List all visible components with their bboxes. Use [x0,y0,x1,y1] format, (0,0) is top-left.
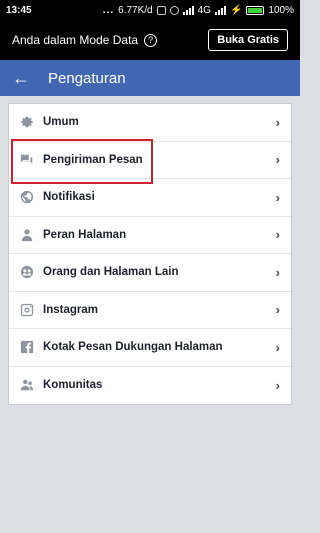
settings-list: Umum › Pengiriman Pesan › Notifikasi › P… [8,103,292,405]
chevron-right-icon: › [275,264,280,280]
settings-item-page-roles[interactable]: Peran Halaman › [9,217,291,254]
settings-item-notifications[interactable]: Notifikasi › [9,179,291,217]
chevron-right-icon: › [275,339,280,355]
gear-icon [20,115,34,129]
community-icon [20,378,34,392]
status-time: 13:45 [6,4,32,16]
battery-icon [246,5,265,15]
instagram-icon [20,303,34,317]
status-icons: ... 6.77K/d 4G ⚡ 100% [103,5,294,16]
settings-item-support-inbox[interactable]: Kotak Pesan Dukungan Halaman › [9,329,291,367]
alarm-icon [169,5,179,15]
chevron-right-icon: › [275,114,280,130]
chat-bubbles-icon [20,153,34,167]
chevron-right-icon: › [275,152,280,168]
network-speed: 6.77K/d [118,4,153,16]
chevron-right-icon: › [275,377,280,393]
network-type: 4G [197,4,211,16]
settings-item-label: Pengiriman Pesan [43,153,143,166]
settings-item-messaging[interactable]: Pengiriman Pesan › [9,142,291,179]
settings-item-general[interactable]: Umum › [9,104,291,142]
settings-item-label: Umum [43,116,79,129]
page-title: Pengaturan [48,69,126,87]
chevron-right-icon: › [275,189,280,205]
more-notifications-icon: ... [102,4,115,16]
settings-item-label: Kotak Pesan Dukungan Halaman [43,341,223,354]
battery-percent: 100% [268,4,294,16]
help-icon[interactable]: ? [144,33,158,47]
sync-icon [156,5,166,15]
signal-icon-2 [214,5,226,15]
chevron-right-icon: › [275,302,280,318]
data-mode-text: Anda dalam Mode Data [12,33,139,47]
settings-item-label: Instagram [43,303,98,316]
settings-item-instagram[interactable]: Instagram › [9,292,291,329]
settings-item-community[interactable]: Komunitas › [9,367,291,405]
facebook-icon [20,340,34,354]
settings-item-label: Peran Halaman [43,228,127,241]
person-icon [20,228,34,242]
people-circle-icon [20,265,34,279]
settings-item-label: Komunitas [43,379,103,392]
settings-item-people-and-pages[interactable]: Orang dan Halaman Lain › [9,254,291,292]
chevron-right-icon: › [275,227,280,243]
data-mode-banner: Anda dalam Mode Data ? Buka Gratis [0,20,300,60]
globe-icon [20,190,34,204]
settings-item-label: Orang dan Halaman Lain [43,266,179,279]
app-bar: ← Pengaturan [0,60,300,96]
signal-icon [182,5,194,15]
open-free-button[interactable]: Buka Gratis [208,29,288,51]
settings-item-label: Notifikasi [43,191,95,204]
charging-icon: ⚡ [229,4,243,16]
status-bar: 13:45 ... 6.77K/d 4G ⚡ 100% [0,0,300,20]
back-arrow-icon[interactable]: ← [12,68,30,89]
